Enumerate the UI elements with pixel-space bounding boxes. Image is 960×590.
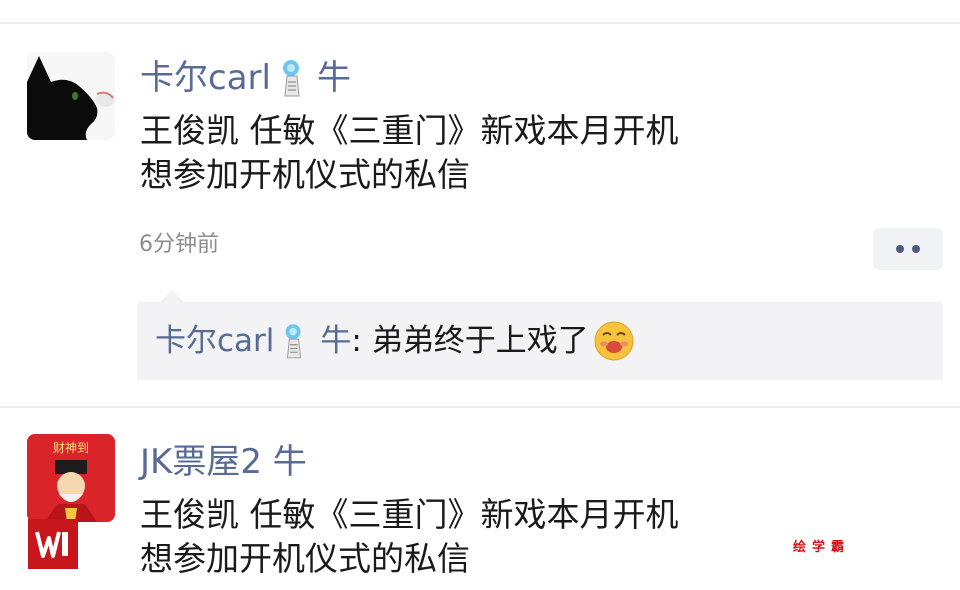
post-author-name[interactable]: 卡尔carl 牛 <box>140 58 351 98</box>
avatar-caption: 财神到 <box>53 441 89 455</box>
bell-icon <box>280 322 308 360</box>
post-text-line: 王俊凯 任敏《三重门》新戏本月开机 <box>140 495 679 534</box>
post-text-line: 想参加开机仪式的私信 <box>140 155 470 194</box>
author-badge-text: 牛 <box>316 58 351 98</box>
author-name-text[interactable]: 卡尔carl <box>140 58 271 98</box>
watermark-text: 绘学霸 <box>793 540 851 555</box>
comment-author-name[interactable]: 卡尔carl <box>155 319 274 363</box>
comment-author-badge: 牛 <box>320 323 352 359</box>
post-timestamp: 6分钟前 <box>139 232 219 257</box>
watermark-logo-icon <box>28 519 78 569</box>
comment-text: : 弟弟终于上戏了 <box>351 323 589 359</box>
comment-box-pointer <box>160 290 184 302</box>
post-author-name[interactable]: JK票屋2 牛 <box>140 442 307 482</box>
black-cat-avatar-image <box>27 52 115 140</box>
top-divider <box>0 22 960 24</box>
post-text-line: 王俊凯 任敏《三重门》新戏本月开机 <box>140 111 679 150</box>
avatar[interactable]: 财神到 <box>27 434 115 522</box>
smiling-face-emoji-icon <box>593 320 635 362</box>
comment-item[interactable]: 卡尔carl 牛 : 弟弟终于上戏了 <box>155 319 635 363</box>
comment-author[interactable]: 卡尔carl 牛 <box>155 319 351 363</box>
bell-icon <box>277 58 307 98</box>
more-dots-icon[interactable] <box>873 228 943 270</box>
god-of-wealth-avatar-image: 财神到 <box>27 434 115 522</box>
comment-box: 卡尔carl 牛 : 弟弟终于上戏了 <box>137 302 943 380</box>
post-text-line: 想参加开机仪式的私信 <box>140 539 470 578</box>
avatar[interactable] <box>27 52 115 140</box>
post-divider <box>0 406 960 408</box>
